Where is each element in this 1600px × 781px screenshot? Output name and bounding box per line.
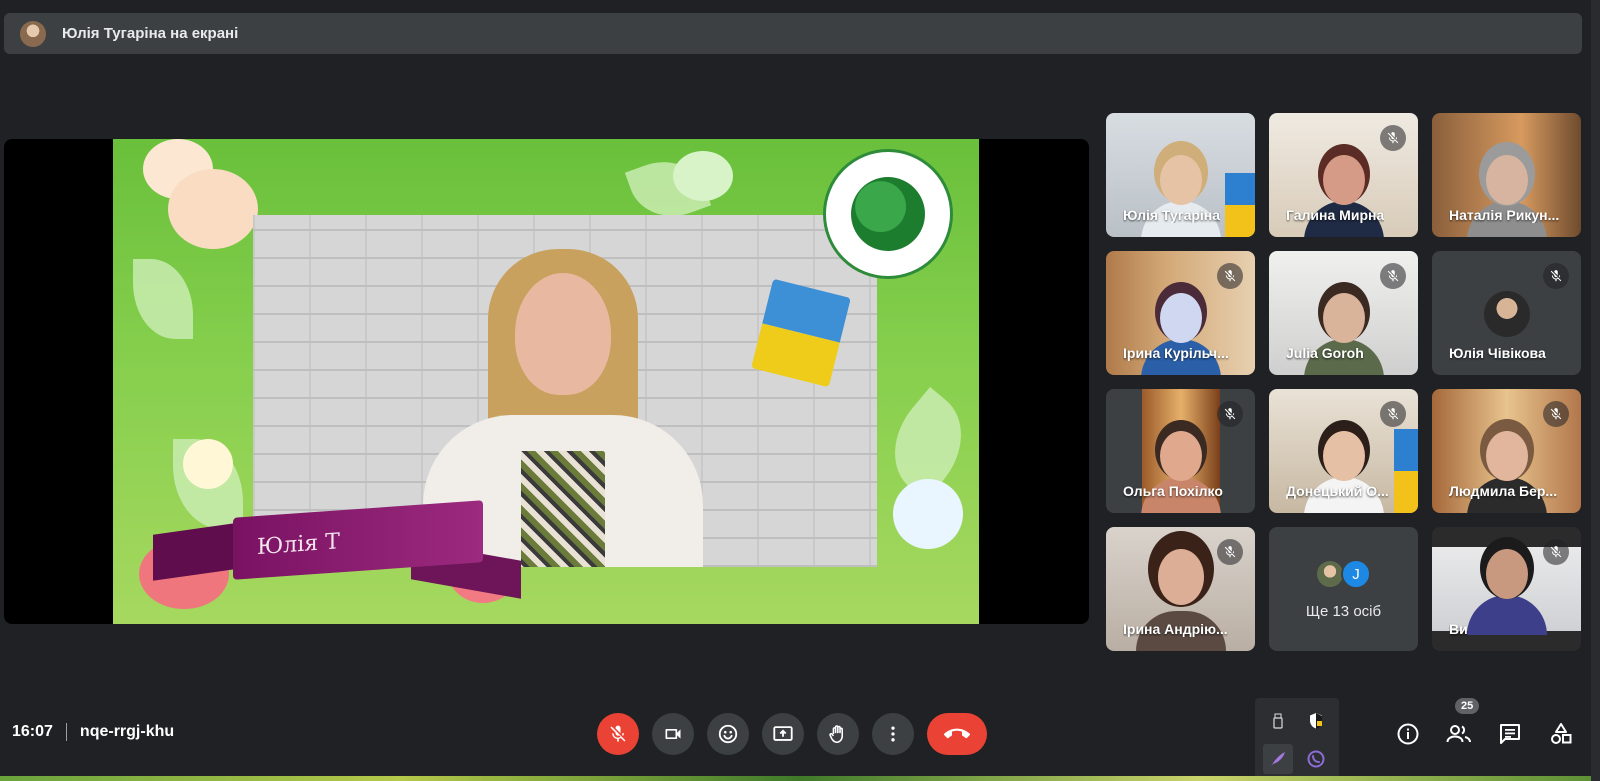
participant-name: Юлія Чівікова: [1449, 345, 1546, 361]
info-icon: [1396, 722, 1420, 746]
system-tray-popup: [1255, 698, 1339, 781]
participant-tile[interactable]: Ірина Курільч...: [1106, 251, 1255, 375]
reactions-button[interactable]: [707, 713, 749, 755]
mic-off-icon: [1380, 263, 1406, 289]
call-end-icon: [944, 721, 970, 747]
meet-window: Юлія Тугаріна на екрані Юлія Т Юлія Туга…: [0, 0, 1600, 781]
participant-name: Julia Goroh: [1286, 345, 1364, 361]
participant-tile[interactable]: Донецький О...: [1269, 389, 1418, 513]
side-panel-controls: 25: [1390, 698, 1594, 752]
participant-name: Ірина Андрію...: [1123, 621, 1228, 637]
viber-icon[interactable]: [1301, 744, 1331, 774]
raise-hand-button[interactable]: [817, 713, 859, 755]
presenting-banner: Юлія Тугаріна на екрані: [4, 13, 1582, 54]
divider: [65, 723, 67, 741]
participant-tile[interactable]: Julia Goroh: [1269, 251, 1418, 375]
participant-name: Ольга Похілко: [1123, 483, 1223, 499]
more-vert-icon: [883, 724, 903, 744]
participant-avatar: [1483, 291, 1530, 337]
mic-off-icon: [1543, 263, 1569, 289]
participant-tile[interactable]: Юлія Тугаріна: [1106, 113, 1255, 237]
raise-hand-icon: [827, 723, 849, 745]
feather-app-icon[interactable]: [1263, 744, 1293, 774]
emoji-icon: [717, 723, 739, 745]
activities-shapes-icon: [1549, 722, 1573, 746]
more-options-button[interactable]: [872, 713, 914, 755]
participant-name: Ви: [1449, 621, 1468, 637]
call-controls: [597, 713, 987, 755]
chat-button[interactable]: [1492, 716, 1528, 752]
participants-count-badge: 25: [1455, 698, 1480, 714]
ribbon-text: Юлія Т: [257, 528, 340, 560]
present-screen-icon: [772, 723, 794, 745]
security-shield-icon[interactable]: [1301, 706, 1331, 736]
participant-name: Юлія Тугаріна: [1123, 207, 1221, 223]
presenter-avatar: [20, 20, 46, 47]
present-now-button[interactable]: [762, 713, 804, 755]
meeting-details-button[interactable]: [1390, 716, 1426, 752]
people-icon: [1446, 722, 1472, 746]
mic-off-icon: [1543, 539, 1569, 565]
toggle-mic-button[interactable]: [597, 713, 639, 755]
mic-off-icon: [1217, 263, 1243, 289]
participant-tile[interactable]: Галина Мирна: [1269, 113, 1418, 237]
participant-tile[interactable]: Ольга Похілко: [1106, 389, 1255, 513]
mic-off-icon: [1380, 401, 1406, 427]
participant-tile[interactable]: Людмила Бер...: [1432, 389, 1581, 513]
participant-tile[interactable]: Наталія Рикун...: [1432, 113, 1581, 237]
presentation-stage[interactable]: Юлія Т: [4, 139, 1089, 624]
leave-call-button[interactable]: [927, 713, 987, 755]
presenting-title: Юлія Тугаріна на екрані: [62, 25, 239, 42]
toggle-camera-button[interactable]: [652, 713, 694, 755]
participant-name: Галина Мирна: [1286, 207, 1385, 223]
meeting-info: 16:07 nqe-rrgj-khu: [12, 723, 174, 741]
participant-name: Людмила Бер...: [1449, 483, 1558, 499]
chat-icon: [1498, 722, 1522, 746]
organization-logo: [823, 149, 953, 279]
desktop-wallpaper-strip: [0, 776, 1600, 781]
page-scrollbar[interactable]: [1591, 0, 1600, 781]
more-participants-label: Ще 13 осіб: [1305, 603, 1382, 620]
mic-off-icon: [1217, 539, 1243, 565]
participant-tile[interactable]: Ви: [1432, 527, 1581, 651]
participant-initial-avatar: J: [1341, 559, 1371, 589]
participant-tile[interactable]: Юлія Чівікова: [1432, 251, 1581, 375]
meeting-time: 16:07: [12, 723, 53, 740]
videocam-icon: [663, 724, 683, 744]
mic-off-icon: [1380, 125, 1406, 151]
more-participants-tile[interactable]: J Ще 13 осіб: [1269, 527, 1418, 651]
participants-button[interactable]: 25: [1441, 698, 1480, 752]
mic-off-icon: [1543, 401, 1569, 427]
participant-name: Донецький О...: [1286, 483, 1389, 499]
mic-off-icon: [608, 724, 628, 744]
mic-off-icon: [1217, 401, 1243, 427]
participant-tile[interactable]: Ірина Андрію...: [1106, 527, 1255, 651]
presentation-slide: Юлія Т: [113, 139, 979, 624]
ukraine-flag-icon: [751, 278, 851, 388]
activities-button[interactable]: [1543, 716, 1579, 752]
participant-name: Ірина Курільч...: [1123, 345, 1229, 361]
usb-drive-icon[interactable]: [1263, 706, 1293, 736]
participant-name: Наталія Рикун...: [1449, 207, 1560, 223]
meeting-code[interactable]: nqe-rrgj-khu: [80, 723, 174, 741]
